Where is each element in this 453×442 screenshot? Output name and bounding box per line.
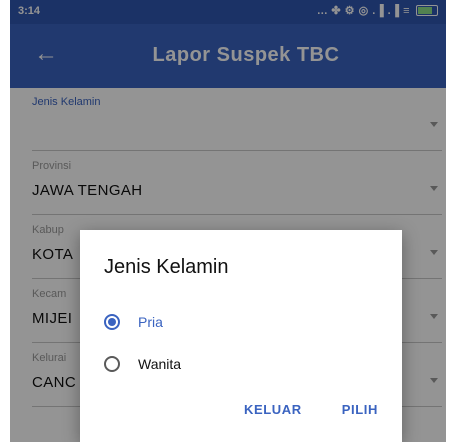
dialog-actions: KELUAR PILIH bbox=[244, 402, 378, 417]
gender-dialog: Jenis Kelamin Pria Wanita KELUAR PILIH bbox=[80, 230, 402, 442]
pilih-button[interactable]: PILIH bbox=[342, 402, 378, 417]
keluar-button[interactable]: KELUAR bbox=[244, 402, 302, 417]
option-pria[interactable]: Pria bbox=[104, 308, 163, 336]
radio-checked-icon[interactable] bbox=[104, 314, 120, 330]
radio-unchecked-icon[interactable] bbox=[104, 356, 120, 372]
option-label: Wanita bbox=[138, 356, 182, 372]
option-wanita[interactable]: Wanita bbox=[104, 350, 181, 378]
app-screen: 3:14 ... ✤ ⚙ ◎ .▐ .▐ ≡ ← Lapor Suspek TB… bbox=[10, 0, 446, 442]
dialog-title: Jenis Kelamin bbox=[104, 256, 229, 278]
option-label: Pria bbox=[138, 314, 163, 330]
